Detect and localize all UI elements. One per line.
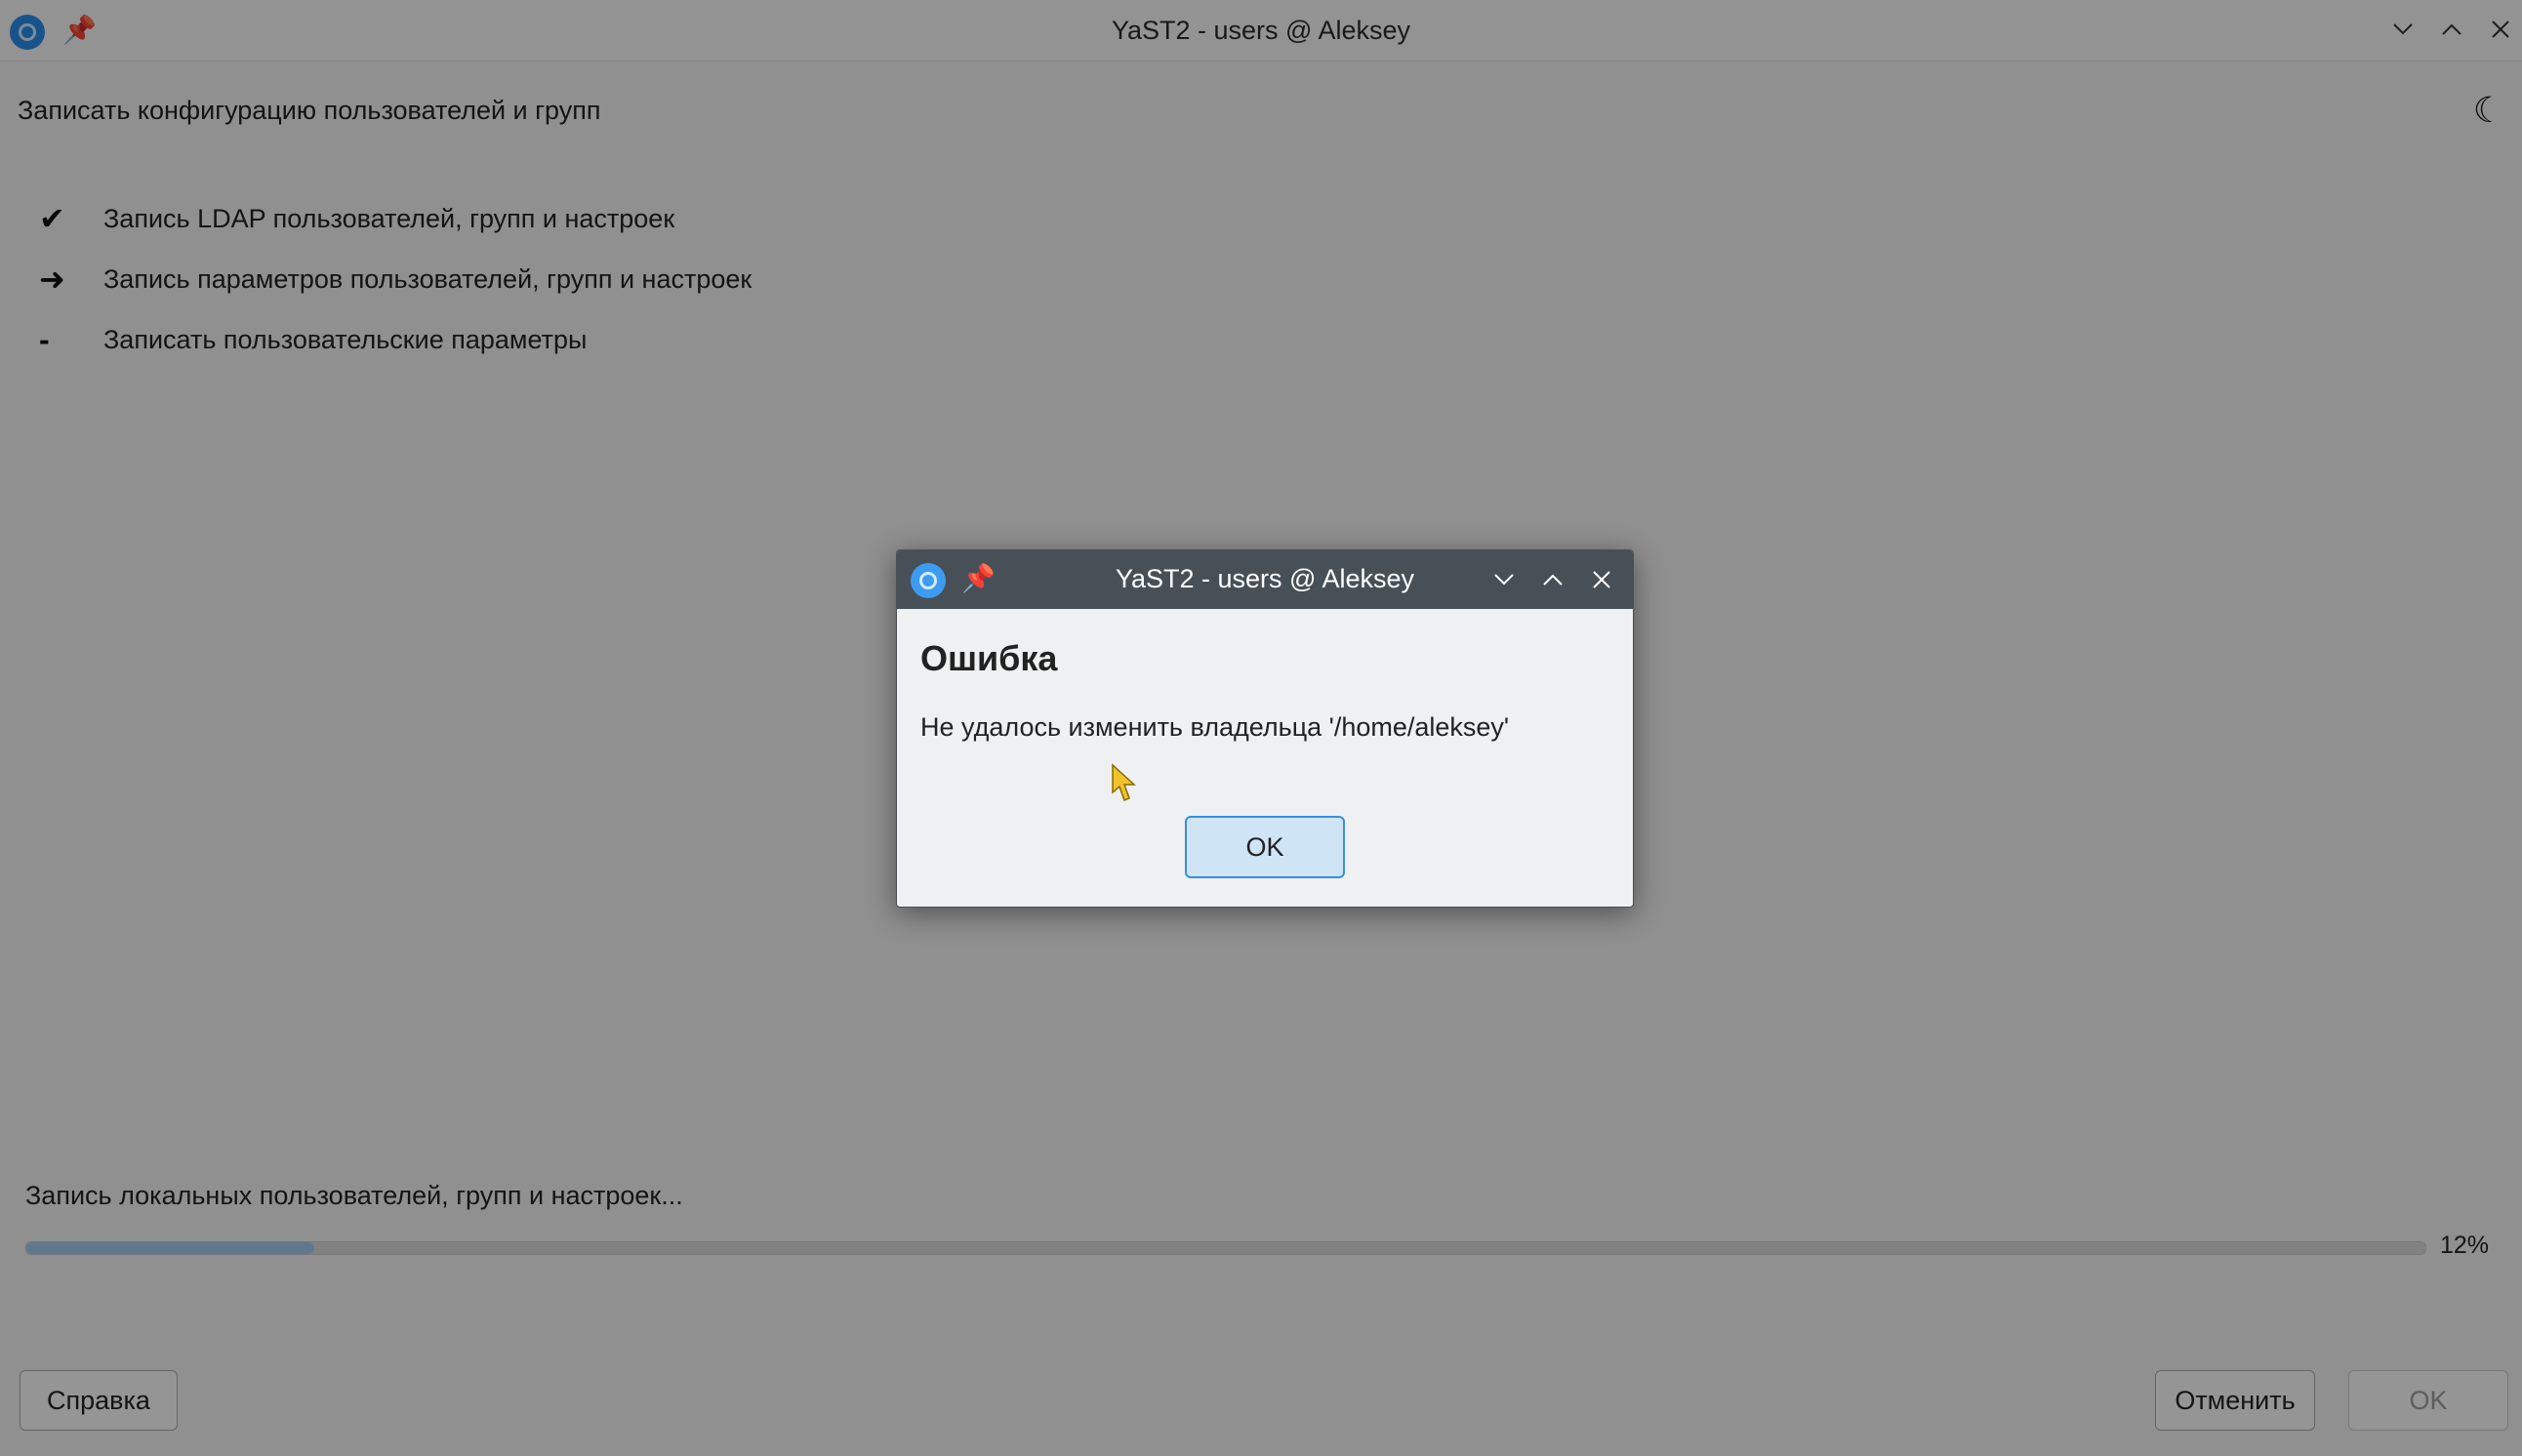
main-titlebar[interactable]: 📌 YaST2 - users @ Aleksey (0, 0, 2522, 61)
hand-pointer-icon (1112, 763, 1136, 801)
error-dialog: 📌 YaST2 - users @ Aleksey Ошибка Не удал… (896, 549, 1634, 908)
cancel-button[interactable]: Отменить (2155, 1370, 2315, 1431)
close-icon (1593, 571, 1610, 588)
window-title: YaST2 - users @ Aleksey (1111, 16, 1411, 45)
progress-label: Запись локальных пользователей, групп и … (25, 1181, 683, 1210)
dialog-close-button[interactable] (1582, 560, 1621, 599)
dash-icon: - (39, 321, 50, 357)
checkmark-icon: ✔ (39, 201, 65, 236)
page-title: Записать конфигурацию пользователей и гр… (18, 96, 601, 125)
step-item: - Записать пользовательские параметры (39, 320, 587, 359)
arrow-right-icon: ➜ (39, 262, 65, 297)
help-button[interactable]: Справка (20, 1370, 178, 1431)
step-item: ✔ Запись LDAP пользователей, групп и нас… (39, 199, 674, 238)
step-item: ➜ Запись параметров пользователей, групп… (39, 260, 752, 299)
progress-percent: 12% (2439, 1232, 2489, 1259)
moon-icon[interactable]: ☾ (2473, 90, 2504, 131)
ok-button[interactable]: OK (2348, 1370, 2508, 1431)
dialog-message: Не удалось изменить владельца '/home/ale… (920, 712, 1510, 742)
step-label: Запись параметров пользователей, групп и… (103, 263, 753, 294)
close-button[interactable] (2481, 10, 2520, 49)
progress-fill (26, 1242, 314, 1254)
close-icon (2492, 20, 2509, 38)
chevron-down-icon (1494, 574, 1514, 586)
progress-bar (25, 1241, 2426, 1255)
dialog-maximize-button[interactable] (1533, 560, 1572, 599)
dialog-heading: Ошибка (920, 638, 1058, 678)
chevron-down-icon (2393, 23, 2413, 35)
step-label: Записать пользовательские параметры (103, 324, 588, 354)
step-label: Запись LDAP пользователей, групп и настр… (103, 203, 675, 233)
chevron-up-icon (1543, 574, 1563, 586)
minimize-button[interactable] (2383, 10, 2422, 49)
chevron-up-icon (2442, 23, 2461, 35)
dialog-ok-button[interactable]: OK (1185, 816, 1345, 878)
dialog-minimize-button[interactable] (1485, 560, 1524, 599)
maximize-button[interactable] (2432, 10, 2471, 49)
dialog-titlebar[interactable]: 📌 YaST2 - users @ Aleksey (897, 550, 1633, 609)
